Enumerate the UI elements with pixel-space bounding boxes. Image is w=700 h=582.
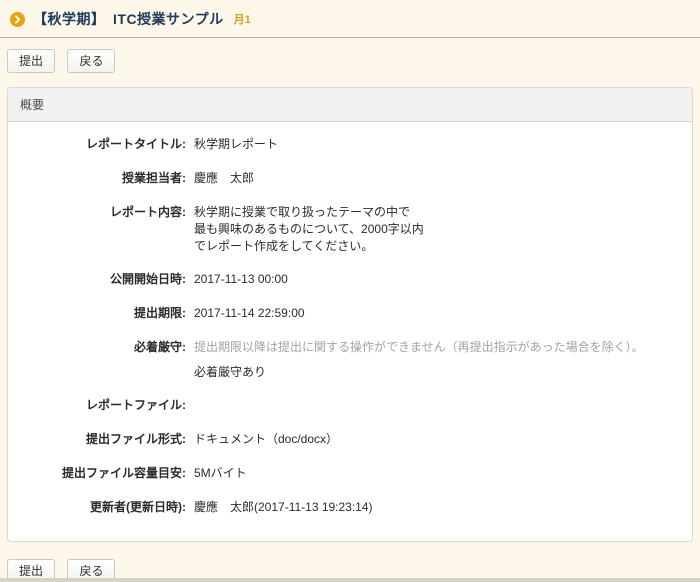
- toolbar-top: 提出 戻る: [7, 49, 693, 73]
- field-label: 更新者(更新日時):: [8, 499, 186, 517]
- field-value-text: 2017-11-13 00:00: [194, 271, 288, 288]
- field-row: 提出ファイル容量目安: 5Mバイト: [8, 465, 680, 483]
- field-label: 提出期限:: [8, 305, 186, 323]
- field-note: 提出期限以降は提出に関する操作ができません（再提出指示があった場合を除く）。: [194, 339, 644, 356]
- field-label: レポートファイル:: [8, 397, 186, 415]
- field-label: 提出ファイル形式:: [8, 431, 186, 449]
- chevron-right-circle-icon: [10, 12, 25, 27]
- field-value-text: 必着厳守あり: [194, 364, 644, 381]
- field-label: 提出ファイル容量目安:: [8, 465, 186, 483]
- overview-panel: 概要 レポートタイトル:秋学期レポート授業担当者:慶應 太郎レポート内容:秋学期…: [7, 87, 693, 542]
- page: { "header": { "icon": "chevron-right-cir…: [0, 0, 700, 582]
- window-bottom-edge: [0, 578, 700, 582]
- field-value: 秋学期レポート: [194, 136, 278, 154]
- field-value-text: 2017-11-14 22:59:00: [194, 305, 305, 322]
- field-value: 5Mバイト: [194, 465, 247, 483]
- field-label: 授業担当者:: [8, 170, 186, 188]
- field-value-text: ドキュメント（doc/docx）: [194, 431, 338, 448]
- field-row: 必着厳守:提出期限以降は提出に関する操作ができません（再提出指示があった場合を除…: [8, 339, 680, 381]
- field-value: 提出期限以降は提出に関する操作ができません（再提出指示があった場合を除く）。必着…: [194, 339, 644, 381]
- field-row: 提出ファイル形式: ドキュメント（doc/docx）: [8, 431, 680, 449]
- field-row: 更新者(更新日時): 慶應 太郎(2017-11-13 19:23:14): [8, 499, 680, 517]
- field-row: レポートファイル:: [8, 397, 680, 415]
- field-label: レポート内容:: [8, 204, 186, 255]
- chevron-circle: [10, 12, 25, 27]
- field-value: 2017-11-14 22:59:00: [194, 305, 305, 323]
- field-value-line: 最も興味のあるものについて、2000字以内: [194, 221, 424, 238]
- field-value: 慶應 太郎: [194, 170, 254, 188]
- submit-button[interactable]: 提出: [7, 49, 55, 73]
- field-value-text: 5Mバイト: [194, 465, 247, 482]
- panel-rows: レポートタイトル:秋学期レポート授業担当者:慶應 太郎レポート内容:秋学期に授業…: [8, 122, 692, 541]
- field-row: 公開開始日時: 2017-11-13 00:00: [8, 271, 680, 289]
- field-value: ドキュメント（doc/docx）: [194, 431, 338, 449]
- page-title: 【秋学期】 ITC授業サンプル: [33, 9, 224, 29]
- field-value-text: 慶應 太郎: [194, 170, 254, 187]
- field-label: 必着厳守:: [8, 339, 186, 381]
- period-badge: 月1: [234, 11, 251, 27]
- field-label: レポートタイトル:: [8, 136, 186, 154]
- field-row: レポート内容:秋学期に授業で取り扱ったテーマの中で最も興味のあるものについて、2…: [8, 204, 680, 255]
- field-value: 2017-11-13 00:00: [194, 271, 288, 289]
- field-label: 公開開始日時:: [8, 271, 186, 289]
- back-button[interactable]: 戻る: [67, 49, 115, 73]
- field-value: 秋学期に授業で取り扱ったテーマの中で最も興味のあるものについて、2000字以内で…: [194, 204, 424, 255]
- field-row: 提出期限: 2017-11-14 22:59:00: [8, 305, 680, 323]
- field-row: レポートタイトル: 秋学期レポート: [8, 136, 680, 154]
- field-value-line: でレポート作成をしてください。: [194, 238, 424, 255]
- page-header: 【秋学期】 ITC授業サンプル 月1: [0, 0, 700, 38]
- field-row: 授業担当者: 慶應 太郎: [8, 170, 680, 188]
- panel-header: 概要: [8, 88, 692, 122]
- field-value-text: 慶應 太郎(2017-11-13 19:23:14): [194, 499, 373, 516]
- field-value-line: 秋学期に授業で取り扱ったテーマの中で: [194, 204, 424, 221]
- field-value: 慶應 太郎(2017-11-13 19:23:14): [194, 499, 373, 517]
- field-value-text: 秋学期レポート: [194, 136, 278, 153]
